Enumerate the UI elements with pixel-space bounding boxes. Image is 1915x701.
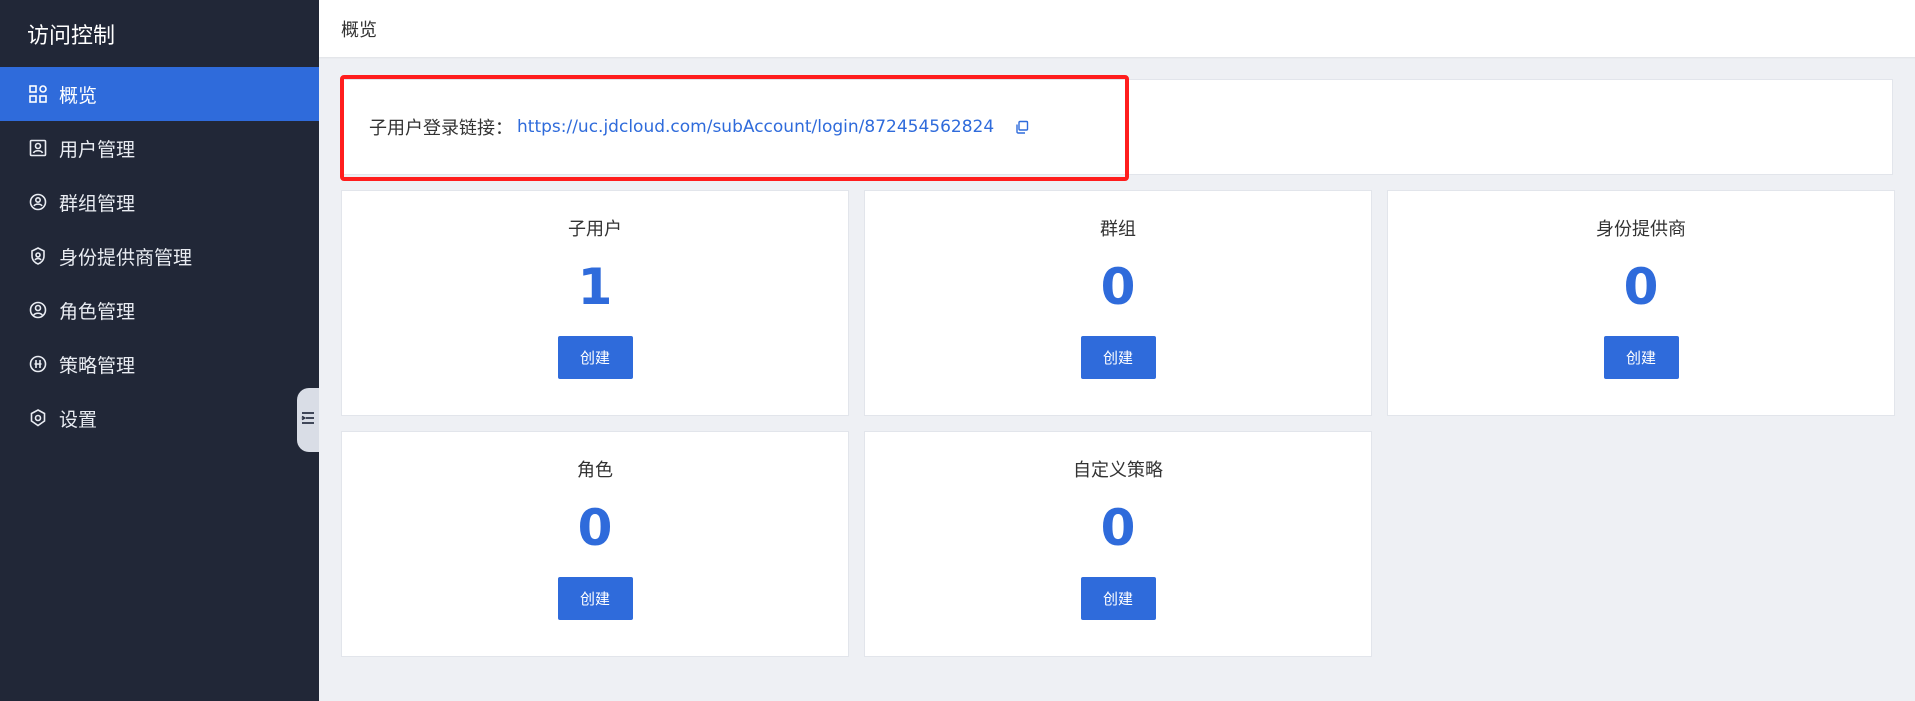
identity-provider-icon — [27, 245, 49, 267]
card-title: 身份提供商 — [1596, 219, 1686, 240]
sidebar-item-users[interactable]: 用户管理 — [0, 121, 319, 175]
card-title: 群组 — [1100, 219, 1136, 240]
card-custom-policies: 自定义策略 0 创建 — [864, 431, 1372, 657]
sidebar-item-label: 设置 — [59, 408, 98, 431]
page-header: 概览 — [319, 0, 1915, 57]
page-title: 概览 — [341, 19, 377, 41]
sidebar-item-identity-providers[interactable]: 身份提供商管理 — [0, 229, 319, 283]
content: 子用户登录链接： https://uc.jdcloud.com/subAccou… — [319, 57, 1915, 657]
create-subuser-button[interactable]: 创建 — [557, 336, 633, 379]
card-count: 0 — [577, 499, 613, 557]
sidebar-item-roles[interactable]: 角色管理 — [0, 283, 319, 337]
sidebar-item-label: 策略管理 — [59, 354, 136, 377]
policy-icon — [27, 353, 49, 375]
sidebar-item-label: 身份提供商管理 — [59, 246, 193, 269]
sidebar-item-policies[interactable]: 策略管理 — [0, 337, 319, 391]
role-icon — [27, 299, 49, 321]
card-groups: 群组 0 创建 — [864, 190, 1372, 416]
card-roles: 角色 0 创建 — [341, 431, 849, 657]
menu-fold-icon — [300, 410, 316, 430]
card-title: 子用户 — [568, 219, 622, 240]
sidebar-item-label: 角色管理 — [59, 300, 136, 323]
card-count: 1 — [577, 258, 613, 316]
sidebar: 访问控制 概览 用户管理 群组管理 身份提供商管理 角色管理 策略管理 设置 — [0, 0, 319, 701]
settings-icon — [27, 407, 49, 429]
sidebar-item-label: 概览 — [59, 84, 98, 107]
sidebar-item-label: 用户管理 — [59, 138, 136, 161]
card-count: 0 — [1623, 258, 1659, 316]
card-count: 0 — [1100, 499, 1136, 557]
card-subusers: 子用户 1 创建 — [341, 190, 849, 416]
group-icon — [27, 191, 49, 213]
card-title: 自定义策略 — [1073, 460, 1163, 481]
main-area: 概览 子用户登录链接： https://uc.jdcloud.com/subAc… — [319, 0, 1915, 701]
overview-icon — [27, 83, 49, 105]
card-identity-providers: 身份提供商 0 创建 — [1387, 190, 1895, 416]
create-group-button[interactable]: 创建 — [1080, 336, 1156, 379]
app-root: 访问控制 概览 用户管理 群组管理 身份提供商管理 角色管理 策略管理 设置 概… — [0, 0, 1915, 701]
create-identity-provider-button[interactable]: 创建 — [1603, 336, 1679, 379]
summary-cards: 子用户 1 创建 群组 0 创建 身份提供商 0 创建 角色 0 创建 自定义策… — [341, 190, 1895, 657]
create-role-button[interactable]: 创建 — [557, 577, 633, 620]
sidebar-item-label: 群组管理 — [59, 192, 136, 215]
sidebar-title: 访问控制 — [27, 23, 116, 49]
sidebar-item-overview[interactable]: 概览 — [0, 67, 319, 121]
sidebar-item-groups[interactable]: 群组管理 — [0, 175, 319, 229]
create-policy-button[interactable]: 创建 — [1080, 577, 1156, 620]
sidebar-collapse-handle[interactable] — [297, 388, 319, 452]
user-card-icon — [27, 137, 49, 159]
card-count: 0 — [1100, 258, 1136, 316]
highlight-box — [340, 75, 1129, 181]
card-title: 角色 — [577, 460, 613, 481]
login-link-panel: 子用户登录链接： https://uc.jdcloud.com/subAccou… — [340, 75, 1893, 181]
sidebar-item-settings[interactable]: 设置 — [0, 391, 319, 445]
